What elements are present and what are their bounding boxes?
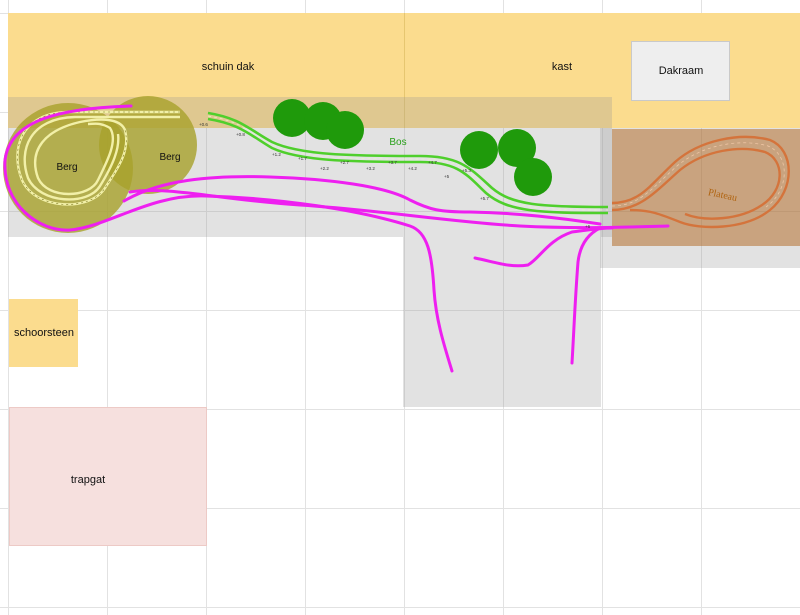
label-plateau: Plateau [707,187,738,204]
height-mark: +3.2 [366,166,375,171]
height-mark: +4.7 [428,160,437,165]
height-mark: +0.8 [236,132,245,137]
height-mark: +1.2 [272,152,281,157]
track-plan: +0.6 +0.8 +1.2 +1.7 +2.2 +2.7 +3.2 +3.7 … [3,96,790,373]
height-mark: +6 [585,224,591,229]
plateau-track [611,135,790,229]
height-mark: +0.6 [199,122,208,127]
height-mark: +2.7 [340,160,349,165]
label-mountain-right: Berg [159,152,180,163]
forest-trees [273,99,552,196]
height-mark: +5.3 [462,168,471,173]
label-mountain-left: Berg [56,162,77,173]
height-mark: +5 [444,174,450,179]
height-mark: +2.2 [320,166,329,171]
height-mark: +5.7 [480,196,489,201]
label-forest: Bos [389,137,406,148]
mountain-right [99,96,197,194]
height-mark: +1.7 [298,156,307,161]
height-mark: +3.7 [388,160,397,165]
height-mark: +4.2 [408,166,417,171]
